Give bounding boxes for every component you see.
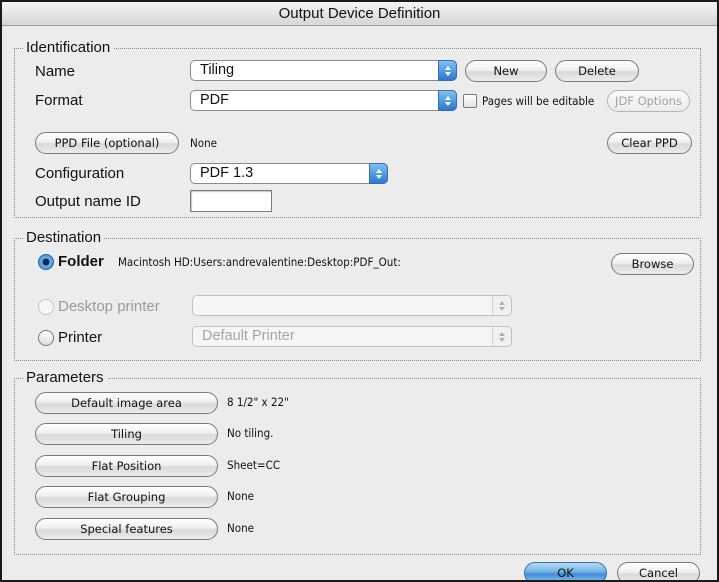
browse-button[interactable]: Browse [611, 253, 694, 275]
jdf-options-button[interactable]: JDF Options [607, 90, 690, 112]
format-popup[interactable]: PDF [190, 90, 457, 111]
flat-grouping-button[interactable]: Flat Grouping [35, 486, 218, 508]
folder-radio[interactable] [38, 254, 54, 270]
new-button[interactable]: New [465, 60, 547, 82]
folder-path: Macintosh HD:Users:andrevalentine:Deskto… [118, 255, 401, 269]
special-features-button[interactable]: Special features [35, 518, 218, 540]
ppd-file-button[interactable]: PPD File (optional) [35, 132, 179, 154]
popup-arrows-icon [492, 327, 511, 346]
popup-arrows-icon [492, 296, 511, 315]
ok-button[interactable]: OK [524, 562, 607, 580]
cancel-button[interactable]: Cancel [617, 562, 700, 580]
format-popup-value: PDF [200, 92, 229, 108]
delete-button[interactable]: Delete [555, 60, 639, 82]
flat-grouping-value: None [227, 489, 254, 503]
printer-popup[interactable]: Default Printer [192, 326, 512, 347]
output-name-field[interactable] [190, 190, 272, 212]
format-label: Format [35, 92, 83, 109]
desktop-printer-popup[interactable] [192, 295, 512, 316]
name-popup-value: Tiling [200, 62, 235, 78]
output-device-dialog: Output Device Definition Identification … [0, 0, 719, 582]
output-name-label: Output name ID [35, 193, 141, 210]
configuration-label: Configuration [35, 165, 125, 182]
popup-arrows-icon [438, 60, 457, 81]
ppd-value: None [190, 136, 217, 150]
parameters-title: Parameters [23, 369, 107, 387]
name-popup[interactable]: Tiling [190, 60, 457, 81]
printer-label: Printer [58, 329, 103, 346]
printer-radio[interactable] [38, 330, 54, 346]
default-image-area-value: 8 1/2" x 22" [227, 395, 289, 409]
pages-editable-label: Pages will be editable [482, 94, 595, 108]
configuration-popup[interactable]: PDF 1.3 [190, 163, 388, 184]
special-features-value: None [227, 521, 254, 535]
folder-label: Folder [58, 253, 104, 270]
tiling-value: No tiling. [227, 426, 274, 440]
identification-title: Identification [23, 39, 114, 57]
clear-ppd-button[interactable]: Clear PPD [607, 132, 692, 154]
tiling-button[interactable]: Tiling [35, 423, 218, 445]
flat-position-button[interactable]: Flat Position [35, 455, 218, 477]
default-image-area-button[interactable]: Default image area [35, 392, 218, 414]
window-title: Output Device Definition [2, 2, 717, 26]
destination-title: Destination [23, 229, 105, 247]
desktop-printer-label: Desktop printer [58, 298, 160, 315]
pages-editable-checkbox[interactable] [463, 94, 477, 108]
desktop-printer-radio[interactable] [38, 299, 54, 315]
flat-position-value: Sheet=CC [227, 458, 281, 472]
popup-arrows-icon [369, 163, 388, 184]
name-label: Name [35, 63, 76, 80]
printer-popup-value: Default Printer [202, 328, 295, 344]
popup-arrows-icon [438, 90, 457, 111]
configuration-popup-value: PDF 1.3 [200, 165, 254, 181]
